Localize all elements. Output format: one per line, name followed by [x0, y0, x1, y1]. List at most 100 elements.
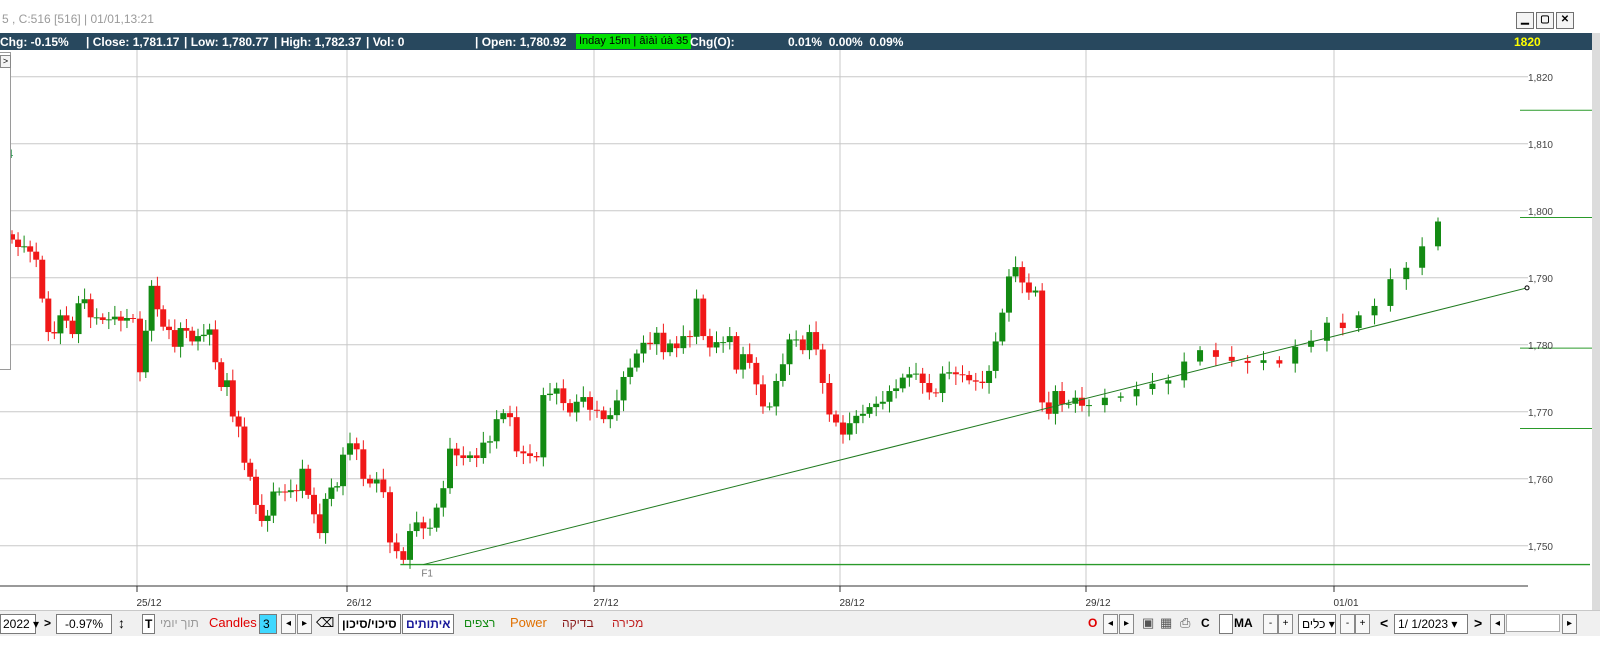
ma-plus-button[interactable]: + [1278, 614, 1293, 634]
zoom-in-button[interactable]: + [1355, 614, 1370, 634]
pan-left-button[interactable]: ◂ [1490, 614, 1505, 634]
candle-body [1117, 396, 1124, 398]
interval-badge[interactable]: Inday 15m | âìàì úà 35 [576, 34, 692, 49]
candle-body [328, 487, 335, 499]
close-button[interactable]: ✕ [1556, 12, 1574, 29]
candle-body [183, 328, 190, 331]
square-icon[interactable]: ▣ [1142, 614, 1154, 632]
minimize-button[interactable]: ▁ [1516, 12, 1534, 29]
candle-body [587, 397, 593, 410]
test-link[interactable]: בדיקה [562, 614, 594, 632]
candle-body [420, 522, 427, 529]
tools-select[interactable]: כלים ▾ [1298, 614, 1336, 634]
x-tick-label: 28/12 [839, 598, 864, 609]
candle-body [1260, 360, 1267, 363]
candle-body [1197, 350, 1204, 362]
candle-body [130, 318, 136, 319]
candles [0, 185, 1441, 569]
x-tick-label: 29/12 [1085, 598, 1110, 609]
axis-labels: 18041,7501,7601,7701,7801,7901,8001,8101… [0, 73, 1553, 609]
candle-body [247, 462, 254, 477]
candles-decrease-button[interactable]: ◂ [281, 614, 296, 634]
candle-body [447, 448, 453, 489]
candle-body [986, 370, 993, 383]
expand-panel-button[interactable]: > [0, 55, 11, 68]
candle-body [241, 426, 248, 463]
candle-body [200, 334, 207, 337]
candle-body [540, 395, 547, 458]
candle-body [826, 382, 833, 415]
pan-right-button[interactable]: ▸ [1562, 614, 1577, 634]
candle-body [1355, 315, 1362, 329]
candle-body [706, 336, 713, 348]
candle-body [673, 343, 680, 349]
print-icon[interactable]: ⎙ [1180, 614, 1190, 632]
candle-body [992, 341, 999, 371]
left-side-panel[interactable]: > [0, 52, 11, 370]
candles-count-input[interactable]: 3 [259, 614, 277, 634]
candle-body [493, 419, 500, 442]
ma-minus-button[interactable]: - [1263, 614, 1278, 634]
trendline-handle[interactable] [1524, 285, 1530, 291]
risk-reward-button[interactable]: סיכוי/סיכון [338, 614, 401, 634]
streaks-link[interactable]: רצפים [464, 614, 495, 632]
candle-body [253, 476, 259, 505]
candle-body [693, 298, 700, 337]
candle-body [154, 285, 161, 310]
resize-vertical-icon[interactable]: ↕ [118, 614, 125, 632]
candle-body [166, 326, 172, 331]
candle-body [1403, 267, 1410, 280]
candle-body [467, 455, 473, 459]
candle-body [726, 336, 733, 343]
sell-link[interactable]: מכירה [612, 614, 643, 632]
scroll-right-button[interactable]: ▸ [1119, 614, 1134, 634]
candle-body [1065, 403, 1072, 405]
maximize-button[interactable]: ▢ [1536, 12, 1554, 29]
o-toggle[interactable]: O [1088, 614, 1097, 632]
candle-body [899, 377, 906, 389]
candle-body [1012, 267, 1019, 277]
x-tick-label: 27/12 [593, 598, 618, 609]
year-select[interactable]: 2022 ▾ [0, 614, 39, 634]
candle-body [1059, 391, 1066, 405]
candle-body [580, 397, 587, 402]
horizontal-scrollbar[interactable] [1506, 614, 1560, 632]
intraday-label[interactable]: תוך יומי [160, 614, 199, 632]
candles-increase-button[interactable]: ▸ [297, 614, 312, 634]
chart-svg[interactable]: F1 18041,7501,7601,7701,7801,7901,8001,8… [0, 50, 1592, 622]
power-link[interactable]: Power [510, 614, 547, 632]
zoom-out-button[interactable]: - [1340, 614, 1355, 634]
candle-body [287, 490, 294, 493]
signals-button[interactable]: איתותים [402, 614, 455, 634]
grid-icon[interactable]: ▦ [1160, 614, 1172, 632]
prev-arrow[interactable]: > [44, 614, 51, 632]
candle-body [853, 415, 860, 424]
open-text: | Open: 1,780.92 [475, 35, 567, 49]
price-chart[interactable]: F1 18041,7501,7601,7701,7801,7901,8001,8… [0, 50, 1592, 622]
eraser-icon[interactable]: ⌫ [316, 614, 334, 632]
candle-body [487, 441, 493, 443]
scroll-left-button[interactable]: ◂ [1103, 614, 1118, 634]
candle-body [567, 403, 573, 413]
candle-body [224, 380, 230, 388]
trendline[interactable] [423, 287, 1528, 566]
close-text: | Close: 1,781.17 [86, 35, 180, 49]
candle-body [81, 299, 88, 304]
y-tick-label: 1,800 [1528, 207, 1553, 218]
date-prev-button[interactable]: < [1380, 614, 1388, 632]
candle-body [533, 456, 540, 458]
ma-checkbox[interactable] [1219, 614, 1233, 634]
candle-body [866, 407, 873, 414]
candle-body [39, 259, 46, 299]
candle-body [859, 413, 866, 416]
c-toggle[interactable]: C [1201, 614, 1210, 632]
candle-body [229, 380, 236, 417]
candle-body [1435, 221, 1441, 247]
x-tick-label: 26/12 [346, 598, 371, 609]
date-field[interactable]: 1/ 1/2023 ▾ [1394, 614, 1468, 634]
y-tick-label: 1,820 [1528, 73, 1553, 84]
candle-body [433, 507, 440, 528]
percent-field[interactable]: -0.97% [56, 614, 112, 634]
text-tool-button[interactable]: T [142, 614, 156, 634]
date-next-button[interactable]: > [1474, 614, 1482, 632]
